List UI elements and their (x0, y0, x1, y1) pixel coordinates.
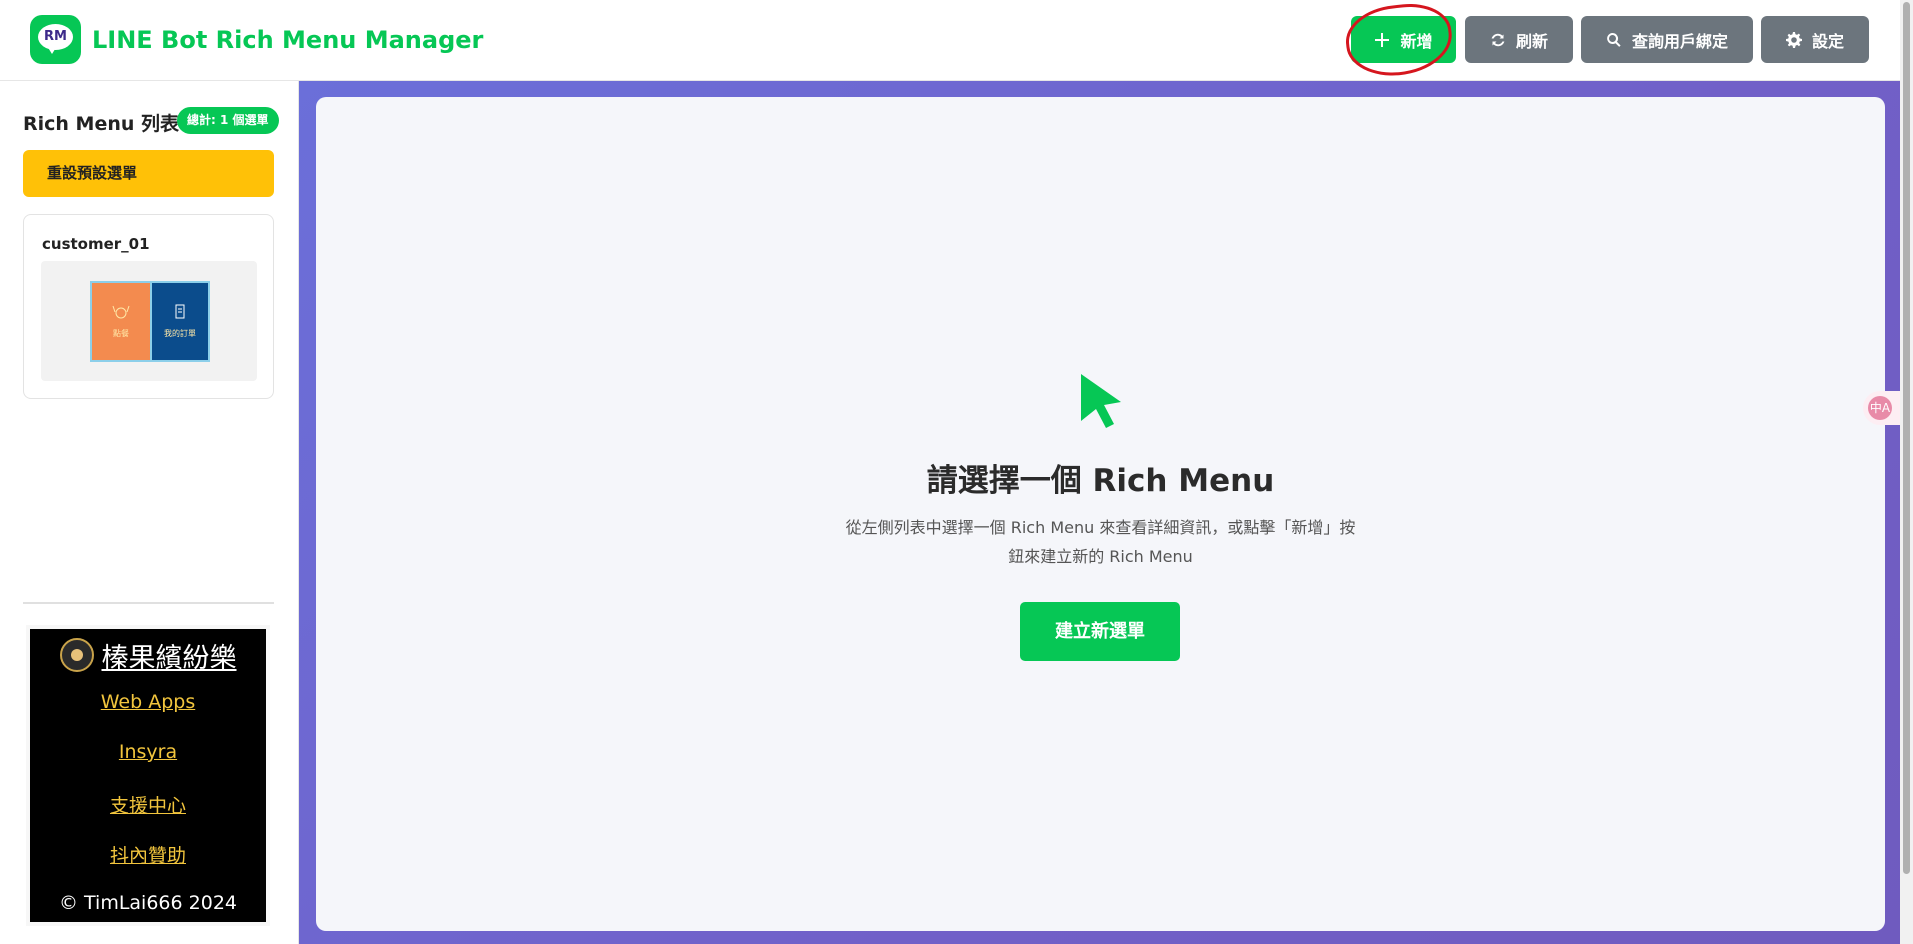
settings-button[interactable]: 設定 (1761, 16, 1869, 63)
promo-copyright: © TimLai666 2024 (58, 892, 237, 914)
preview-order-label: 點餐 (113, 329, 129, 338)
add-button[interactable]: 新增 (1351, 16, 1456, 63)
brand-avatar-icon (59, 638, 94, 672)
mouse-pointer-icon (1081, 374, 1121, 428)
refresh-button[interactable]: 刷新 (1465, 16, 1573, 63)
promo-title-row[interactable]: 榛果繽紛樂 (30, 635, 266, 675)
sidebar-title: Rich Menu 列表 (23, 113, 180, 135)
refresh-button-label: 刷新 (1515, 31, 1548, 51)
search-icon (1607, 32, 1621, 47)
food-icon (112, 305, 130, 319)
empty-state-card: 請選擇一個 Rich Menu 從左側列表中選擇一個 Rich Menu 來查看… (316, 97, 1885, 931)
promo-link-support[interactable]: 支援中心 (30, 791, 266, 818)
promo-link-web-apps[interactable]: Web Apps (30, 691, 266, 713)
settings-button-label: 設定 (1811, 31, 1844, 51)
logo-bubble-tail (47, 46, 57, 54)
menu-count-badge: 總計: 1 個選單 (177, 107, 279, 134)
gear-icon (1785, 31, 1802, 48)
sidebar-divider (23, 602, 274, 604)
app-header: RM LINE Bot Rich Menu Manager 新增 刷新 查詢用戶… (0, 0, 1900, 81)
promo-link-insyra[interactable]: Insyra (30, 741, 266, 763)
rich-menu-preview-area: 點餐 我的訂單 (41, 261, 257, 381)
sync-icon (1491, 33, 1505, 46)
empty-state-title: 請選擇一個 Rich Menu (926, 463, 1275, 499)
empty-state-description: 從左側列表中選擇一個 Rich Menu 來查看詳細資訊，或點擊「新增」按鈕來建… (845, 518, 1356, 566)
page-scrollbar[interactable] (1900, 0, 1913, 944)
main-area: 請選擇一個 Rich Menu 從左側列表中選擇一個 Rich Menu 來查看… (299, 81, 1900, 944)
create-new-menu-button[interactable]: 建立新選單 (1020, 602, 1180, 661)
add-button-label: 新增 (1400, 31, 1433, 51)
rich-menu-name: customer_01 (42, 235, 150, 253)
app-logo: RM (30, 15, 81, 64)
preview-my-orders-label: 我的訂單 (164, 329, 196, 338)
rich-menu-preview-image: 點餐 我的訂單 (90, 281, 210, 362)
query-button-label: 查詢用戶綁定 (1631, 31, 1728, 51)
promo-title[interactable]: 榛果繽紛樂 (102, 636, 237, 675)
sidebar: Rich Menu 列表 總計: 1 個選單 重設預設選單 customer_0… (0, 81, 299, 944)
translate-icon: 中A (1868, 396, 1892, 420)
plus-icon (1375, 32, 1390, 47)
query-user-binding-button[interactable]: 查詢用戶綁定 (1581, 16, 1753, 63)
app-title: LINE Bot Rich Menu Manager (92, 26, 484, 54)
promo-banner: 榛果繽紛樂 Web Apps Insyra 支援中心 抖內贊助 © TimLai… (30, 629, 266, 922)
preview-order-panel: 點餐 (92, 283, 150, 360)
preview-my-orders-panel: 我的訂單 (150, 283, 208, 360)
scrollbar-thumb[interactable] (1903, 2, 1910, 874)
receipt-icon (175, 304, 185, 319)
promo-link-donate[interactable]: 抖內贊助 (30, 841, 266, 868)
reset-default-menu-button[interactable]: 重設預設選單 (23, 150, 274, 197)
floating-translate-widget[interactable]: 中A (1863, 391, 1900, 425)
rich-menu-card[interactable]: customer_01 點餐 我的訂單 (23, 214, 274, 399)
